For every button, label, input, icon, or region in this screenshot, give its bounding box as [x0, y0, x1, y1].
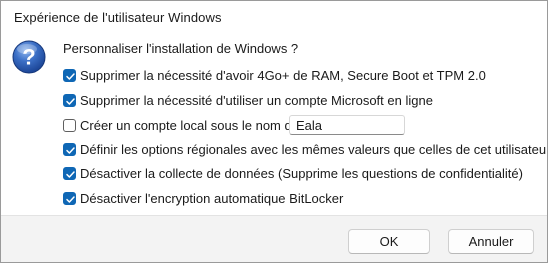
question-icon: ?	[12, 40, 46, 74]
checkbox-checked[interactable]	[63, 93, 76, 107]
option-label: Supprimer la nécessité d'avoir 4Go+ de R…	[80, 67, 486, 83]
window-title: Expérience de l'utilisateur Windows	[14, 10, 222, 25]
cancel-button[interactable]: Annuler	[448, 229, 534, 254]
dialog-content: ? Personnaliser l'installation de Window…	[1, 34, 547, 215]
checkbox-checked[interactable]	[63, 191, 76, 205]
checkbox-checked[interactable]	[63, 142, 76, 156]
option-label: Désactiver la collecte de données (Suppr…	[80, 165, 523, 181]
ok-button[interactable]: OK	[348, 229, 430, 254]
option-regional-settings[interactable]: Définir les options régionales avec les …	[63, 141, 548, 157]
svg-text:?: ?	[22, 45, 35, 70]
option-label: Désactiver l'encryption automatique BitL…	[80, 190, 344, 206]
option-remove-online-account[interactable]: Supprimer la nécessité d'utiliser un com…	[63, 92, 433, 108]
dialog-window: Expérience de l'utilisateur Windows ? Pe…	[0, 0, 548, 263]
option-remove-hardware-requirements[interactable]: Supprimer la nécessité d'avoir 4Go+ de R…	[63, 67, 486, 83]
option-label: Définir les options régionales avec les …	[80, 141, 548, 157]
button-bar: OK Annuler	[1, 215, 547, 262]
close-button[interactable]	[501, 1, 547, 33]
option-label: Créer un compte local sous le nom de :	[80, 117, 307, 133]
option-create-local-account[interactable]: Créer un compte local sous le nom de :	[63, 117, 306, 133]
title-bar[interactable]: Expérience de l'utilisateur Windows	[1, 1, 547, 34]
local-account-name-input[interactable]	[289, 115, 405, 135]
checkbox-unchecked[interactable]	[63, 118, 76, 132]
checkbox-checked[interactable]	[63, 166, 76, 180]
option-label: Supprimer la nécessité d'utiliser un com…	[80, 92, 433, 108]
checkbox-checked[interactable]	[63, 68, 76, 82]
option-disable-bitlocker[interactable]: Désactiver l'encryption automatique BitL…	[63, 190, 343, 206]
dialog-heading: Personnaliser l'installation de Windows …	[63, 41, 299, 56]
option-disable-data-collection[interactable]: Désactiver la collecte de données (Suppr…	[63, 165, 523, 181]
